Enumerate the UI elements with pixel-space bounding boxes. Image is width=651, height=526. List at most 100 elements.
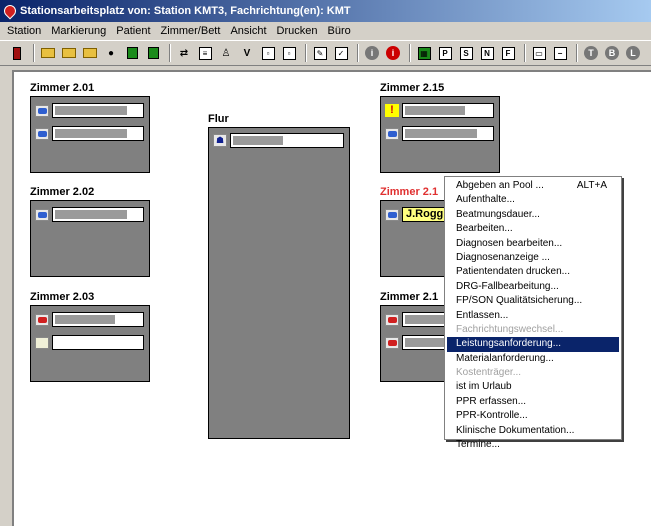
- t-circle-button[interactable]: T: [582, 44, 600, 62]
- menu-item-leistungsanforderung[interactable]: Leistungsanforderung...: [447, 337, 619, 352]
- bed-slot[interactable]: [34, 206, 144, 223]
- patient-icon: [34, 103, 50, 118]
- patient-red-icon: [384, 335, 400, 350]
- menu-item-ppr-erfassen[interactable]: PPR erfassen...: [445, 395, 621, 409]
- s-button[interactable]: S: [457, 44, 475, 62]
- menu-item-materialanforderung[interactable]: Materialanforderung...: [445, 352, 621, 366]
- doc-icon[interactable]: ▫: [259, 44, 277, 62]
- window-title: Stationsarbeitsplatz von: Station KMT3, …: [20, 5, 351, 17]
- room-215: Zimmer 2.15 !: [380, 82, 500, 173]
- menu-item-ist-im-urlaub[interactable]: ist im Urlaub: [445, 380, 621, 394]
- v-button[interactable]: V: [238, 44, 256, 62]
- n-button[interactable]: N: [478, 44, 496, 62]
- menu-item-qualitaetsicherung[interactable]: FP/SON Qualitätsicherung...: [445, 294, 621, 308]
- menu-item-kostentraeger: Kostenträger...: [456, 367, 522, 379]
- menu-item-ppr-kontrolle[interactable]: PPR-Kontrolle...: [445, 409, 621, 423]
- info-red-icon[interactable]: i: [384, 44, 402, 62]
- menu-buero[interactable]: Büro: [322, 25, 355, 37]
- menu-item-diagnosen-bearbeiten[interactable]: Diagnosen bearbeiten...: [445, 237, 621, 251]
- green-book-icon[interactable]: [123, 44, 141, 62]
- dot-icon[interactable]: ●: [102, 44, 120, 62]
- room-box[interactable]: [30, 96, 150, 173]
- grid-icon[interactable]: ▦: [415, 44, 433, 62]
- doc-2-icon[interactable]: ▫: [280, 44, 298, 62]
- patient-name[interactable]: [402, 126, 494, 141]
- patient-name[interactable]: [52, 312, 144, 327]
- room-title: Zimmer 2.01: [30, 82, 95, 94]
- menu-item-beatmungsdauer[interactable]: Beatmungsdauer...: [445, 208, 621, 222]
- patient-name[interactable]: [230, 133, 344, 148]
- room-box[interactable]: ☗: [208, 127, 350, 439]
- room-title: Flur: [208, 113, 229, 125]
- menu-item-diagnosenanzeige[interactable]: Diagnosenanzeige ...: [445, 251, 621, 265]
- menu-markierung[interactable]: Markierung: [46, 25, 111, 37]
- doc-edit-icon[interactable]: ✎: [311, 44, 329, 62]
- room-flur: Flur ☗: [208, 113, 350, 439]
- room-title: Zimmer 2.02: [30, 186, 95, 198]
- menu-zimmer-bett[interactable]: Zimmer/Bett: [156, 25, 226, 37]
- patient-red-icon: [34, 312, 50, 327]
- room-box[interactable]: [30, 200, 150, 277]
- menu-item-entlassen[interactable]: Entlassen...: [445, 309, 621, 323]
- green-book-2-icon[interactable]: [144, 44, 162, 62]
- room-title: Zimmer 2.15: [380, 82, 445, 94]
- menu-station[interactable]: Station: [2, 25, 46, 37]
- l-circle-button[interactable]: L: [624, 44, 642, 62]
- patient-icon: [384, 126, 400, 141]
- menu-item-klinische-dokumentation[interactable]: Klinische Dokumentation...: [445, 424, 621, 438]
- heart-icon: [1, 2, 19, 20]
- folder-open-2-icon[interactable]: [60, 44, 78, 62]
- room-203: Zimmer 2.03: [30, 291, 150, 382]
- room-201: Zimmer 2.01: [30, 82, 150, 173]
- bed-slot[interactable]: [34, 125, 144, 142]
- f-button[interactable]: F: [499, 44, 517, 62]
- patient-icon: [384, 207, 400, 222]
- bed-slot[interactable]: [384, 125, 494, 142]
- bed-slot[interactable]: [34, 334, 144, 351]
- menu-item-termine[interactable]: Termine...: [445, 438, 621, 452]
- empty-bed-icon: [34, 335, 50, 350]
- warning-icon: !: [384, 103, 400, 118]
- patient-context-menu: Abgeben an Pool ... ALT+A Aufenthalte... …: [444, 176, 622, 450]
- menu-patient[interactable]: Patient: [111, 25, 155, 37]
- folder-open-icon[interactable]: [39, 44, 57, 62]
- menu-item-patientendaten-drucken[interactable]: Patientendaten drucken...: [445, 265, 621, 279]
- room-202: Zimmer 2.02: [30, 186, 150, 277]
- menu-item-fachrichtungswechsel: Fachrichtungswechsel...: [456, 323, 564, 335]
- doc-check-icon[interactable]: ✓: [332, 44, 350, 62]
- room-box[interactable]: !: [380, 96, 500, 173]
- printer-icon[interactable]: ▭: [530, 44, 548, 62]
- p-button[interactable]: P: [436, 44, 454, 62]
- menu-item-aufenthalte[interactable]: Aufenthalte...: [445, 193, 621, 207]
- bed-slot[interactable]: [34, 102, 144, 119]
- user-icon[interactable]: ♙: [217, 44, 235, 62]
- book-red-icon[interactable]: [8, 44, 26, 62]
- room-box[interactable]: [30, 305, 150, 382]
- patient-red-icon: [384, 312, 400, 327]
- menu-drucken[interactable]: Drucken: [272, 25, 323, 37]
- window-titlebar: Stationsarbeitsplatz von: Station KMT3, …: [0, 0, 651, 22]
- bed-slot[interactable]: !: [384, 102, 494, 119]
- patient-name[interactable]: [52, 207, 144, 222]
- info-gray-icon[interactable]: i: [363, 44, 381, 62]
- menu-ansicht[interactable]: Ansicht: [225, 25, 271, 37]
- patient-name[interactable]: [402, 103, 494, 118]
- patient-icon: [34, 126, 50, 141]
- menu-bar: Station Markierung Patient Zimmer/Bett A…: [0, 22, 651, 40]
- bed-slot[interactable]: [34, 311, 144, 328]
- toolbar: ● ⇄ ≡ ♙ V ▫ ▫ ✎ ✓ i i ▦ P S N F ▭ − T B …: [0, 40, 651, 66]
- b-circle-button[interactable]: B: [603, 44, 621, 62]
- bed-slot[interactable]: ☗: [212, 132, 344, 149]
- folder-open-3-icon[interactable]: [81, 44, 99, 62]
- patient-name[interactable]: [52, 103, 144, 118]
- patient-name[interactable]: [52, 335, 144, 350]
- patient-icon: [34, 207, 50, 222]
- patient-name[interactable]: [52, 126, 144, 141]
- transfer-icon[interactable]: ⇄: [175, 44, 193, 62]
- menu-item-abgeben-an-pool[interactable]: Abgeben an Pool ... ALT+A: [445, 179, 621, 193]
- menu-item-drg-fallbearbeitung[interactable]: DRG-Fallbearbeitung...: [445, 280, 621, 294]
- minus-box-icon[interactable]: −: [551, 44, 569, 62]
- walking-person-icon: ☗: [212, 133, 228, 148]
- menu-item-bearbeiten[interactable]: Bearbeiten...: [445, 222, 621, 236]
- form-icon[interactable]: ≡: [196, 44, 214, 62]
